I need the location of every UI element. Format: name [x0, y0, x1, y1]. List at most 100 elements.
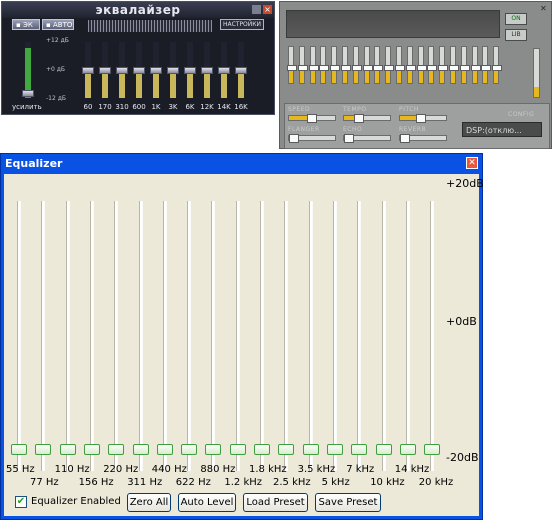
band-slider[interactable] — [235, 42, 247, 98]
speed-slider[interactable] — [288, 114, 336, 123]
band-slider[interactable] — [319, 46, 330, 84]
slider-knob[interactable] — [438, 65, 449, 71]
band-slider[interactable] — [384, 46, 395, 84]
zero-all-button[interactable]: Zero All — [127, 493, 171, 512]
band-slider-track[interactable] — [357, 201, 362, 471]
load-preset-button[interactable]: Load Preset — [243, 493, 308, 512]
band-slider-track[interactable] — [162, 201, 167, 471]
band-slider[interactable] — [133, 42, 145, 98]
band-slider-thumb[interactable] — [326, 444, 343, 455]
band-slider-thumb[interactable] — [83, 444, 100, 455]
slider-knob[interactable] — [395, 65, 405, 71]
echo-slider[interactable] — [343, 134, 391, 143]
slider-knob[interactable] — [416, 114, 426, 123]
slider-knob[interactable] — [22, 90, 34, 97]
auto-toggle-button[interactable]: ▪ АВТО — [42, 19, 74, 30]
preamp-slider[interactable] — [22, 42, 34, 98]
band-slider[interactable] — [341, 46, 351, 84]
band-slider-thumb[interactable] — [399, 444, 416, 455]
slider-knob[interactable] — [116, 67, 128, 74]
slider-knob[interactable] — [400, 134, 410, 143]
band-slider[interactable] — [470, 46, 481, 84]
slider-knob[interactable] — [344, 134, 354, 143]
band-slider-thumb[interactable] — [254, 444, 270, 455]
band-slider-track[interactable] — [211, 201, 216, 471]
eq-toggle-button[interactable]: ▪ ЭК — [12, 19, 40, 30]
band-slider[interactable] — [184, 42, 196, 98]
band-slider-thumb[interactable] — [424, 444, 441, 455]
band-slider[interactable] — [150, 42, 162, 98]
band-slider-track[interactable] — [332, 201, 337, 471]
band-slider[interactable] — [362, 46, 373, 84]
slider-knob[interactable] — [133, 67, 145, 74]
slider-knob[interactable] — [459, 65, 470, 71]
slider-knob[interactable] — [384, 65, 395, 71]
slider-knob[interactable] — [289, 134, 299, 143]
band-slider[interactable] — [373, 46, 384, 84]
band-slider-thumb[interactable] — [351, 444, 368, 455]
band-slider[interactable] — [438, 46, 449, 84]
band-slider-track[interactable] — [260, 201, 264, 471]
band-slider-thumb[interactable] — [302, 444, 319, 455]
slider-knob[interactable] — [416, 65, 427, 71]
slider-knob[interactable] — [449, 65, 459, 71]
band-slider[interactable] — [287, 46, 297, 84]
tempo-slider[interactable] — [343, 114, 391, 123]
volume-slider[interactable] — [533, 48, 540, 98]
flanger-slider[interactable] — [288, 134, 336, 143]
slider-knob[interactable] — [235, 67, 247, 74]
band-slider[interactable] — [416, 46, 427, 84]
band-slider-track[interactable] — [405, 201, 410, 471]
band-slider[interactable] — [330, 46, 341, 84]
slider-knob[interactable] — [330, 65, 341, 71]
close-icon[interactable]: × — [263, 5, 272, 14]
band-slider[interactable] — [218, 42, 230, 98]
band-slider-track[interactable] — [89, 201, 94, 471]
reverb-slider[interactable] — [399, 134, 447, 143]
slider-knob[interactable] — [307, 114, 317, 123]
slider-knob[interactable] — [319, 65, 330, 71]
slider-knob[interactable] — [82, 67, 94, 74]
minimize-icon[interactable] — [252, 5, 261, 14]
band-slider-track[interactable] — [138, 201, 143, 471]
band-slider-track[interactable] — [187, 201, 192, 471]
on-button[interactable]: ON — [505, 13, 527, 25]
band-slider-track[interactable] — [430, 201, 435, 471]
band-slider-thumb[interactable] — [375, 444, 392, 455]
slider-knob[interactable] — [373, 65, 384, 71]
band-slider-thumb[interactable] — [181, 444, 198, 455]
dsp-select[interactable]: DSP:(отклю... — [462, 122, 542, 137]
slider-knob[interactable] — [354, 114, 364, 123]
slider-knob[interactable] — [150, 67, 162, 74]
slider-knob[interactable] — [167, 67, 179, 74]
slider-knob[interactable] — [492, 65, 503, 71]
slider-knob[interactable] — [351, 65, 362, 71]
band-slider-track[interactable] — [284, 201, 289, 471]
band-slider-thumb[interactable] — [108, 444, 125, 455]
slider-knob[interactable] — [362, 65, 373, 71]
slider-knob[interactable] — [218, 67, 230, 74]
band-slider-track[interactable] — [308, 201, 313, 471]
slider-knob[interactable] — [308, 65, 319, 71]
slider-knob[interactable] — [341, 65, 351, 71]
band-slider-thumb[interactable] — [11, 444, 27, 455]
band-slider-thumb[interactable] — [156, 444, 173, 455]
slider-knob[interactable] — [481, 65, 492, 71]
band-slider[interactable] — [308, 46, 319, 84]
band-slider[interactable] — [449, 46, 459, 84]
slider-knob[interactable] — [99, 67, 111, 74]
band-slider-track[interactable] — [235, 201, 240, 471]
band-slider[interactable] — [116, 42, 128, 98]
pitch-slider[interactable] — [399, 114, 447, 123]
lib-button[interactable]: LIB — [505, 29, 527, 41]
slider-knob[interactable] — [184, 67, 196, 74]
band-slider[interactable] — [459, 46, 470, 84]
band-slider[interactable] — [492, 46, 503, 84]
slider-knob[interactable] — [470, 65, 481, 71]
band-slider-thumb[interactable] — [59, 444, 76, 455]
band-slider[interactable] — [481, 46, 492, 84]
close-icon[interactable]: ✕ — [540, 5, 548, 13]
slider-knob[interactable] — [297, 65, 308, 71]
slider-knob[interactable] — [287, 65, 297, 71]
band-slider[interactable] — [405, 46, 416, 84]
